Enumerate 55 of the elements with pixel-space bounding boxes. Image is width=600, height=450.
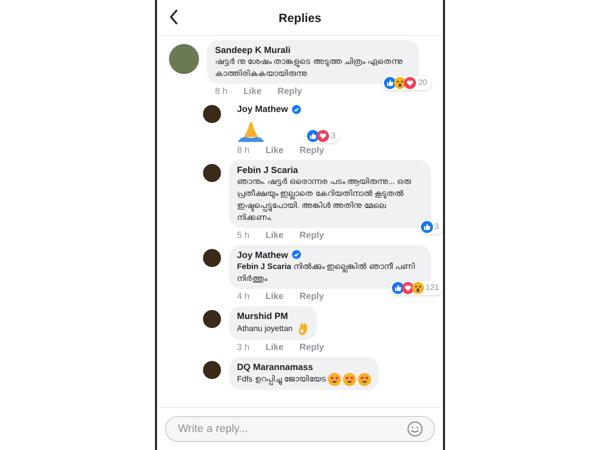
reaction-summary[interactable]: 3 (305, 128, 340, 142)
reaction-count: 3 (434, 222, 440, 232)
verified-badge-icon (292, 250, 302, 259)
avatar[interactable] (203, 310, 221, 328)
smiley-icon[interactable] (407, 421, 423, 437)
commenter-name[interactable]: Sandeep K Murali (215, 44, 291, 56)
heart-eyes-face-icon (343, 372, 356, 386)
like-link[interactable]: Like (266, 230, 284, 240)
commenter-name[interactable]: Febin J Scaria (237, 164, 298, 176)
reply-link[interactable]: Reply (300, 144, 324, 156)
thumbs-up-icon (420, 220, 433, 232)
comment-text: Athanu joyettan (237, 324, 293, 333)
reaction-count: 20 (418, 78, 428, 88)
comment-text: Febin J Scaria നിൽക്കും ഇല്ലെങ്കിൽ ഞാനീ പണി നിർത്തും (237, 262, 416, 282)
heart-eyes-face-icon (358, 372, 372, 386)
reaction-count: 121 (426, 282, 440, 292)
verified-badge-icon (292, 105, 302, 114)
avatar[interactable] (203, 164, 221, 182)
back-chevron-icon (169, 9, 179, 25)
avatar[interactable] (203, 360, 221, 378)
heart-icon (404, 77, 416, 89)
reply-link[interactable]: Reply (300, 290, 324, 302)
back-button[interactable] (169, 9, 179, 25)
avatar[interactable] (203, 248, 221, 266)
avatar[interactable] (203, 105, 221, 123)
commenter-name[interactable]: Joy Mathew (237, 103, 288, 116)
like-link[interactable]: Like (266, 342, 284, 352)
commenter-name[interactable]: Murshid PM (237, 310, 288, 322)
reply-link[interactable]: Reply (300, 230, 324, 240)
like-link[interactable]: Like (266, 290, 284, 302)
reply-link[interactable]: Reply (278, 86, 302, 97)
heart-icon (317, 130, 329, 142)
heart-eyes-face-icon (328, 372, 342, 386)
surprised-face-icon (412, 282, 424, 294)
comment-text: ഞാനും. ഷട്ടർ ഒരൊന്നര പടം ആയിരുന്നു... ഒരു പ്രതീക്ഷയും ഇല്ലാതെ കേറിയതിനാൽ കൂടുതൽ ഇഷ്ടപ്പെട്ടുപോയി. അങ്കിൾ അതിനു മേലെ നിക്കണം. (237, 176, 412, 222)
comment-time: 8 h (215, 86, 228, 97)
comment-time: 5 h (237, 230, 250, 240)
like-link[interactable]: Like (244, 86, 262, 97)
commenter-name[interactable]: DQ Marannamass (237, 360, 314, 372)
reply-input[interactable]: Write a reply... (165, 416, 435, 442)
heart-icon (402, 282, 414, 294)
reply-link[interactable]: Reply (300, 342, 324, 352)
commenter-name[interactable]: Joy Mathew (237, 248, 288, 260)
ok-hand-icon (296, 322, 309, 336)
like-link[interactable]: Like (266, 144, 284, 156)
reaction-summary[interactable]: 121 (390, 280, 443, 294)
comment-time: 4 h (237, 290, 250, 302)
reaction-summary[interactable]: 20 (382, 76, 431, 90)
comment-time: 3 h (237, 342, 250, 352)
comment-text: Fdfs ഉറപ്പിച്ചു ജോയിയേട (237, 374, 326, 384)
comment-time: 8 h (237, 144, 250, 156)
header-title: Replies (278, 10, 322, 26)
comment-text: ഷട്ടർ നു ശേഷം താങ്കളുടെ അടുത്ത ചിത്രം ഏതെന്നു കാത്തിരികുകയായിരുന്നു (215, 57, 402, 78)
reaction-summary[interactable]: 3 (418, 220, 443, 234)
reaction-count: 3 (331, 130, 336, 140)
